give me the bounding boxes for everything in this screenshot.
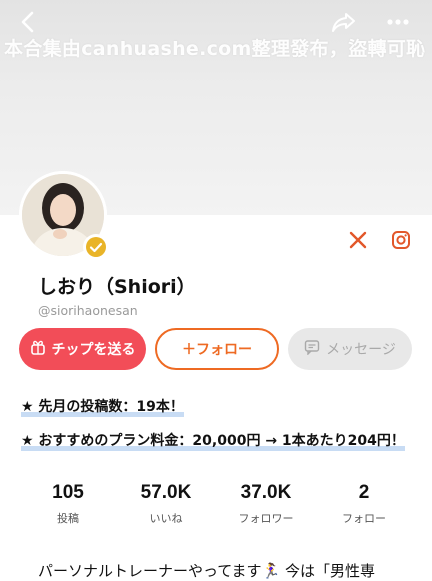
profile-stats: 105 投稿 57.0K いいね 37.0K フォロワー 2 フォロー: [0, 482, 432, 532]
stat-value: 57.0K: [140, 482, 192, 503]
info-plan-price: ★ おすすめのプラン料金：20,000円 → 1本あたり204円！: [21, 433, 405, 451]
message-label: メッセージ: [326, 342, 396, 358]
instagram-icon[interactable]: [390, 229, 412, 251]
message-icon: [304, 339, 320, 359]
chevron-left-icon[interactable]: [14, 8, 42, 36]
message-button[interactable]: メッセージ: [288, 328, 412, 370]
stat-label: フォロワー: [238, 512, 294, 525]
stat-value: 105: [52, 482, 84, 503]
display-name: しおり（Shiori）: [38, 276, 196, 298]
verified-badge-icon: [83, 234, 109, 260]
stat-value: 2: [358, 482, 370, 503]
stat-value: 37.0K: [240, 482, 292, 503]
stat-posts[interactable]: 105 投稿: [20, 482, 116, 526]
send-tip-button[interactable]: チップを送る: [19, 328, 146, 370]
stat-label: いいね: [149, 512, 183, 525]
share-arrow-icon[interactable]: [330, 8, 358, 36]
profile-bio: パーソナルトレーナーやってます🏃‍♀️ 今は「男性専: [38, 562, 375, 580]
info-post-count: ★ 先月の投稿数：19本！: [21, 399, 184, 417]
send-tip-label: チップを送る: [51, 342, 136, 358]
stat-label: 投稿: [57, 512, 79, 525]
watermark-text: 本合集由canhuashe.com整理發布，盜轉可恥: [4, 38, 426, 60]
stat-label: フォロー: [342, 512, 386, 525]
user-handle: @siorihaonesan: [38, 303, 138, 318]
stat-following[interactable]: 2 フォロー: [316, 482, 412, 526]
x-logo-icon[interactable]: [347, 229, 369, 251]
follow-button[interactable]: ＋フォロー: [155, 328, 279, 370]
gift-icon: [30, 339, 46, 359]
follow-label: ＋フォロー: [182, 342, 252, 358]
stat-followers[interactable]: 37.0K フォロワー: [218, 482, 314, 526]
more-dots-icon[interactable]: [384, 8, 412, 36]
stat-likes[interactable]: 57.0K いいね: [118, 482, 214, 526]
